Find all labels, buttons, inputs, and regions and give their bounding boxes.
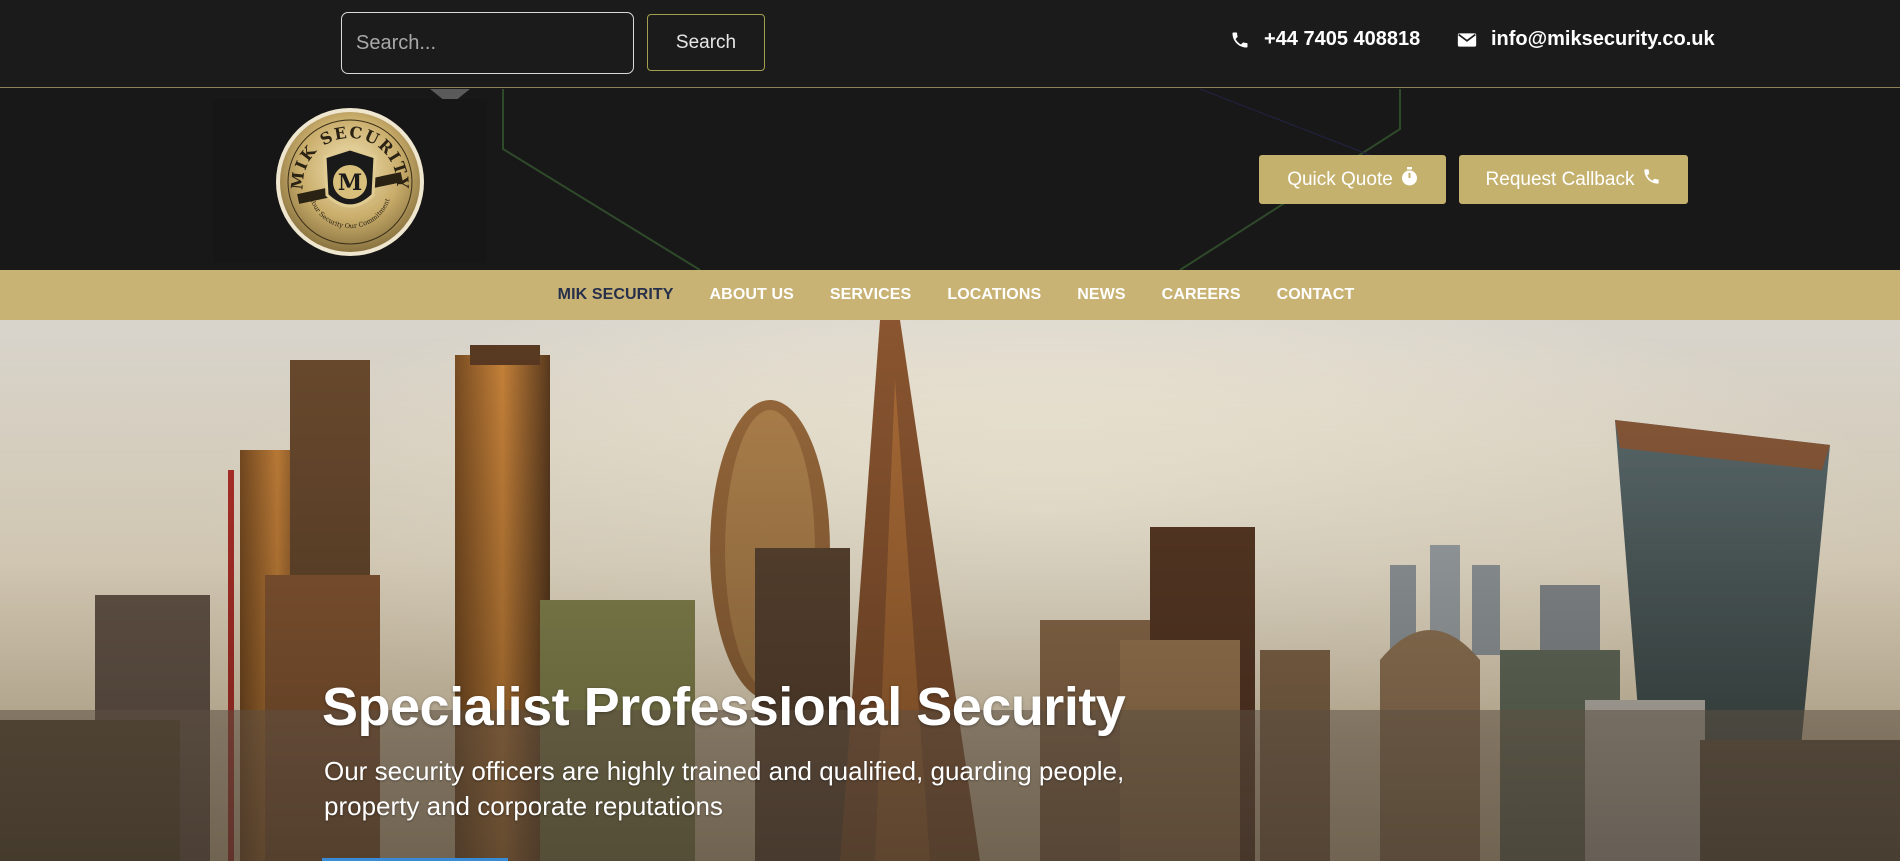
phone-icon [1230,30,1250,50]
search-button[interactable]: Search [647,14,765,71]
stopwatch-icon [1401,167,1418,192]
nav-item-services[interactable]: SERVICES [830,286,911,304]
hero-subtitle: Our security officers are highly trained… [324,756,1125,821]
envelope-icon [1457,32,1477,48]
logo-monogram: M [338,170,362,196]
nav-item-locations[interactable]: LOCATIONS [947,286,1041,304]
main-nav: MIK SECURITY ABOUT US SERVICES LOCATIONS… [0,270,1900,320]
nav-item-about-us[interactable]: ABOUT US [710,286,794,304]
phone-icon [1642,167,1661,192]
nav-item-news[interactable]: NEWS [1077,286,1125,304]
nav-item-contact[interactable]: CONTACT [1277,286,1355,304]
site-header: MIK SECURITY M Your Security Our Commitm… [0,89,1900,270]
nav-item-careers[interactable]: CAREERS [1162,286,1241,304]
phone-number: +44 7405 408818 [1264,28,1421,50]
top-bar: Search +44 7405 408818 info@miksecurity.… [0,0,1900,88]
email-contact[interactable]: info@miksecurity.co.uk [1457,28,1715,51]
quick-quote-button[interactable]: Quick Quote [1259,155,1446,204]
nav-item-mik-security[interactable]: MIK SECURITY [558,286,674,304]
logo[interactable]: MIK SECURITY M Your Security Our Commitm… [213,99,487,263]
quick-quote-label: Quick Quote [1287,168,1393,190]
request-callback-label: Request Callback [1485,168,1635,190]
email-address: info@miksecurity.co.uk [1491,28,1715,50]
hero-title: Specialist Professional Security [322,677,1126,737]
request-callback-button[interactable]: Request Callback [1459,155,1688,204]
phone-contact[interactable]: +44 7405 408818 [1230,28,1420,51]
hero-banner: Specialist Professional Security Our sec… [0,320,1900,861]
search-input[interactable] [341,12,634,74]
